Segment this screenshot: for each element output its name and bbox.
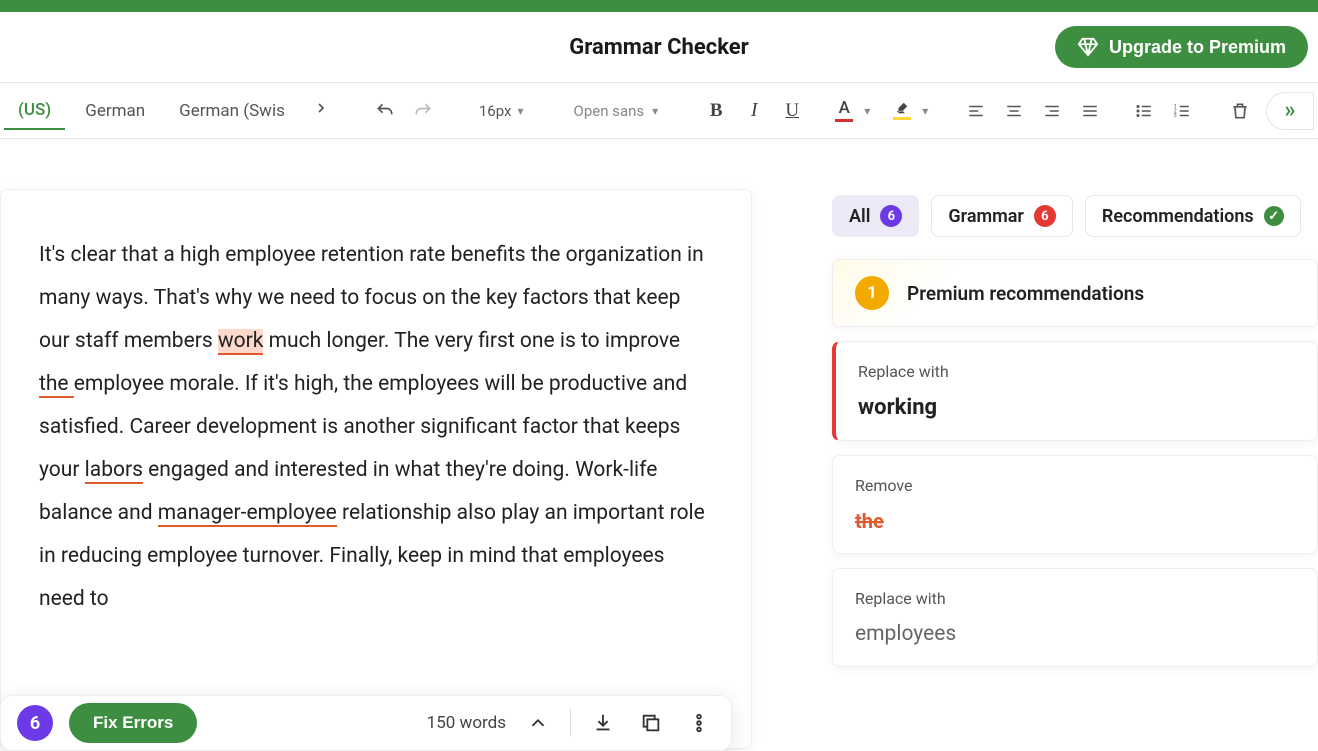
suggestion-card[interactable]: Replace with employees [832,568,1318,667]
highlight-button[interactable] [888,95,916,127]
premium-label: Premium recommendations [907,282,1144,305]
diamond-icon [1077,36,1099,58]
more-button[interactable] [683,707,715,739]
top-accent-bar [0,0,1318,12]
text-color-button[interactable]: A [830,95,858,127]
align-justify-button[interactable] [1074,95,1106,127]
tab-label: Recommendations [1102,206,1254,227]
suggestion-text: working [858,395,1295,420]
align-left-button[interactable] [960,95,992,127]
expand-toolbar-button[interactable]: » [1266,92,1314,130]
suggestion-action-label: Replace with [855,589,1295,608]
redo-button[interactable] [407,95,439,127]
tab-all[interactable]: All 6 [832,195,919,237]
undo-button[interactable] [369,95,401,127]
check-icon: ✓ [1264,206,1284,226]
suggestion-action-label: Remove [855,476,1295,495]
editor-text: much longer. The very first one is to im… [263,329,680,353]
header: Grammar Checker Upgrade to Premium [0,12,1318,83]
error-word-work[interactable]: work [218,329,264,355]
word-count: 150 words [427,713,506,733]
editor-wrap: It's clear that a high employee retentio… [0,139,768,751]
numbered-list-button[interactable]: 123 [1166,95,1198,127]
suggestion-action-label: Replace with [858,362,1295,381]
fix-errors-button[interactable]: Fix Errors [69,703,197,743]
chevron-down-icon: ▾ [518,104,524,118]
error-word-manager-employee[interactable]: manager-employee [158,501,337,527]
lang-scroll-right[interactable] [305,100,337,121]
error-count-badge[interactable]: 6 [17,705,53,741]
tab-recommendations[interactable]: Recommendations ✓ [1085,195,1301,237]
bold-button[interactable]: B [700,95,732,127]
page-title: Grammar Checker [569,35,748,60]
delete-button[interactable] [1224,95,1256,127]
error-word-labors[interactable]: labors [85,458,143,484]
chevron-down-icon: ▾ [652,104,658,118]
italic-button[interactable]: I [738,95,770,127]
font-family-select[interactable]: Open sans ▾ [564,102,669,120]
chevron-down-icon[interactable]: ▾ [922,104,928,118]
error-word-the[interactable]: the [39,372,74,398]
tab-count-badge: 6 [1034,205,1056,227]
tab-label: All [849,206,870,227]
suggestion-card[interactable]: Remove the [832,455,1318,554]
premium-button-label: Upgrade to Premium [1109,37,1286,58]
bottom-toolbar: 6 Fix Errors 150 words [0,695,732,751]
lang-tab-german-swiss[interactable]: German (Swis [165,93,299,129]
chevron-down-icon[interactable]: ▾ [864,104,870,118]
tab-count-badge: 6 [880,205,902,227]
align-right-button[interactable] [1036,95,1068,127]
lang-tab-us[interactable]: (US) [4,92,65,130]
collapse-button[interactable] [522,707,554,739]
font-family-value: Open sans [574,102,645,120]
tab-grammar[interactable]: Grammar 6 [931,195,1073,237]
font-size-select[interactable]: 16px ▾ [471,102,532,120]
text-editor[interactable]: It's clear that a high employee retentio… [0,189,752,749]
svg-text:3: 3 [1174,113,1177,119]
tab-label: Grammar [948,206,1024,227]
upgrade-premium-button[interactable]: Upgrade to Premium [1055,26,1308,68]
suggestion-text: employees [855,622,1295,646]
bullet-list-button[interactable] [1128,95,1160,127]
copy-button[interactable] [635,707,667,739]
lang-tab-german[interactable]: German [71,93,159,129]
suggestion-remove-text: the [855,509,1295,533]
toolbar: (US) German German (Swis 16px ▾ Open san… [0,83,1318,139]
main-area: It's clear that a high employee retentio… [0,139,1318,751]
underline-button[interactable]: U [776,95,808,127]
premium-count-badge: 1 [855,276,889,310]
font-size-value: 16px [479,102,512,120]
sidebar-tabs: All 6 Grammar 6 Recommendations ✓ [832,195,1318,237]
download-button[interactable] [587,707,619,739]
suggestion-card[interactable]: Replace with working [832,341,1318,441]
suggestions-sidebar: All 6 Grammar 6 Recommendations ✓ 1 Prem… [768,139,1318,751]
align-center-button[interactable] [998,95,1030,127]
premium-recommendations-card[interactable]: 1 Premium recommendations [832,259,1318,327]
